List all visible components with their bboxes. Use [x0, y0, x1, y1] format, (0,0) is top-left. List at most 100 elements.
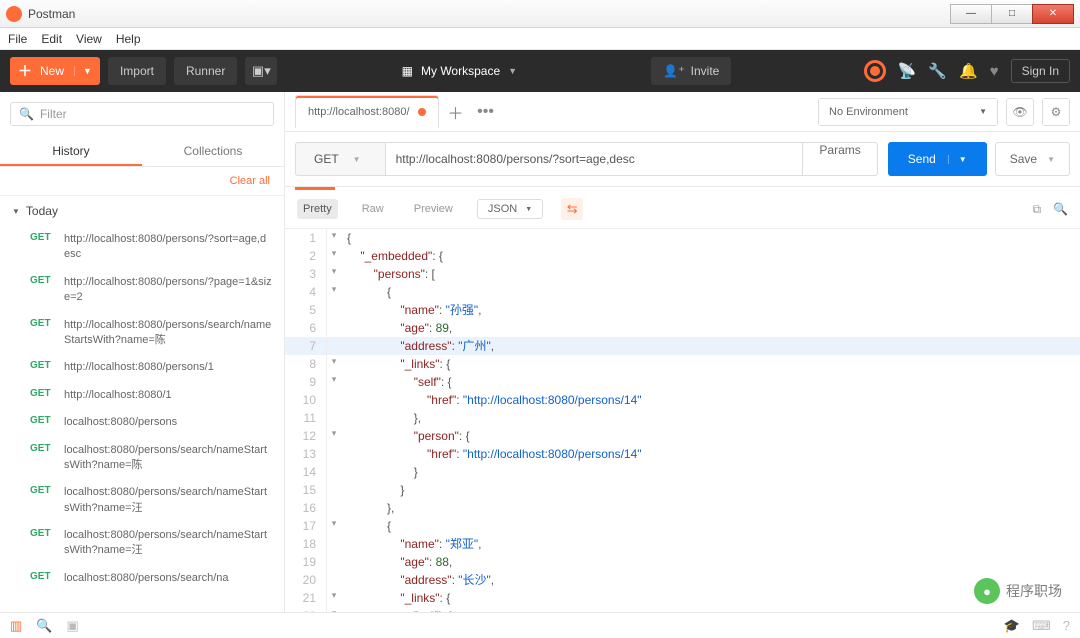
- code-line[interactable]: 7 "address": "广州",: [285, 337, 1080, 355]
- menu-help[interactable]: Help: [116, 32, 141, 46]
- satellite-icon[interactable]: 📡: [898, 62, 917, 80]
- fold-icon[interactable]: ▾: [327, 589, 341, 607]
- code-line[interactable]: 16 },: [285, 499, 1080, 517]
- invite-button[interactable]: 👤⁺ Invite: [651, 57, 731, 85]
- fold-icon[interactable]: ▾: [327, 607, 341, 612]
- new-caret-icon[interactable]: ▼: [74, 66, 100, 76]
- environment-quicklook-button[interactable]: 👁: [1006, 98, 1034, 126]
- tab-history[interactable]: History: [0, 136, 142, 166]
- method-select[interactable]: GET ▼: [295, 142, 386, 176]
- heart-icon[interactable]: ♥: [990, 63, 999, 80]
- history-item[interactable]: GETlocalhost:8080/persons/search/na: [0, 565, 284, 592]
- history-item[interactable]: GETlocalhost:8080/persons: [0, 409, 284, 436]
- history-item[interactable]: GEThttp://localhost:8080/persons/search/…: [0, 312, 284, 355]
- fold-icon[interactable]: [327, 481, 341, 499]
- history-item[interactable]: GETlocalhost:8080/persons/search/nameSta…: [0, 479, 284, 522]
- code-line[interactable]: 22▾ "self": {: [285, 607, 1080, 612]
- fold-icon[interactable]: [327, 301, 341, 319]
- code-line[interactable]: 15 }: [285, 481, 1080, 499]
- chevron-down-icon[interactable]: ▼: [1047, 155, 1055, 164]
- sidebar-toggle-icon[interactable]: ▥: [10, 618, 22, 634]
- new-window-button[interactable]: ▣▾: [245, 57, 277, 85]
- code-line[interactable]: 14 }: [285, 463, 1080, 481]
- fold-icon[interactable]: ▾: [327, 355, 341, 373]
- resp-tab-raw[interactable]: Raw: [356, 199, 390, 219]
- chevron-down-icon[interactable]: ▼: [948, 155, 967, 164]
- menu-edit[interactable]: Edit: [41, 32, 62, 46]
- sync-off-icon[interactable]: [864, 60, 886, 82]
- fold-icon[interactable]: [327, 499, 341, 517]
- keyboard-icon[interactable]: ⌨: [1032, 618, 1051, 634]
- history-item[interactable]: GEThttp://localhost:8080/persons/1: [0, 354, 284, 381]
- fold-icon[interactable]: [327, 445, 341, 463]
- window-minimize[interactable]: ―: [950, 4, 992, 24]
- history-item[interactable]: GETlocalhost:8080/persons/search/nameSta…: [0, 522, 284, 565]
- filter-input[interactable]: 🔍 Filter: [10, 102, 274, 126]
- fold-icon[interactable]: [327, 337, 341, 355]
- code-line[interactable]: 17▾ {: [285, 517, 1080, 535]
- wrench-icon[interactable]: 🔧: [928, 62, 947, 80]
- fold-icon[interactable]: [327, 319, 341, 337]
- menu-view[interactable]: View: [76, 32, 102, 46]
- send-button[interactable]: Send ▼: [888, 142, 987, 176]
- fold-icon[interactable]: [327, 571, 341, 589]
- menu-file[interactable]: File: [8, 32, 27, 46]
- code-line[interactable]: 10 "href": "http://localhost:8080/person…: [285, 391, 1080, 409]
- fold-icon[interactable]: ▾: [327, 283, 341, 301]
- history-item[interactable]: GEThttp://localhost:8080/persons/?page=1…: [0, 269, 284, 312]
- code-line[interactable]: 19 "age": 88,: [285, 553, 1080, 571]
- code-line[interactable]: 20 "address": "长沙",: [285, 571, 1080, 589]
- bootcamp-icon[interactable]: 🎓: [1004, 618, 1020, 634]
- format-select[interactable]: JSON ▼: [477, 199, 543, 219]
- code-line[interactable]: 1▾{: [285, 229, 1080, 247]
- history-item[interactable]: GEThttp://localhost:8080/1: [0, 382, 284, 409]
- tab-collections[interactable]: Collections: [142, 136, 284, 166]
- fold-icon[interactable]: [327, 553, 341, 571]
- resp-tab-preview[interactable]: Preview: [408, 199, 459, 219]
- history-item[interactable]: GETlocalhost:8080/persons/search/nameSta…: [0, 437, 284, 480]
- code-line[interactable]: 6 "age": 89,: [285, 319, 1080, 337]
- add-tab-button[interactable]: ＋: [443, 99, 469, 125]
- code-line[interactable]: 13 "href": "http://localhost:8080/person…: [285, 445, 1080, 463]
- signin-button[interactable]: Sign In: [1011, 59, 1070, 83]
- request-tab-active[interactable]: http://localhost:8080/: [295, 95, 439, 128]
- code-line[interactable]: 9▾ "self": {: [285, 373, 1080, 391]
- history-group-today[interactable]: ▼ Today: [0, 196, 284, 226]
- console-icon[interactable]: ▣: [66, 618, 78, 634]
- history-item[interactable]: GEThttp://localhost:8080/persons/?sort=a…: [0, 226, 284, 269]
- runner-button[interactable]: Runner: [174, 57, 237, 85]
- import-button[interactable]: Import: [108, 57, 166, 85]
- save-button[interactable]: Save ▼: [995, 142, 1070, 176]
- code-line[interactable]: 21▾ "_links": {: [285, 589, 1080, 607]
- window-maximize[interactable]: □: [991, 4, 1033, 24]
- params-button[interactable]: Params: [803, 142, 877, 176]
- fold-icon[interactable]: [327, 463, 341, 481]
- find-icon[interactable]: 🔍: [36, 618, 52, 634]
- fold-icon[interactable]: ▾: [327, 373, 341, 391]
- code-line[interactable]: 4▾ {: [285, 283, 1080, 301]
- code-line[interactable]: 8▾ "_links": {: [285, 355, 1080, 373]
- clear-all-link[interactable]: Clear all: [0, 167, 284, 196]
- resp-tab-pretty[interactable]: Pretty: [297, 199, 338, 219]
- fold-icon[interactable]: [327, 391, 341, 409]
- fold-icon[interactable]: ▾: [327, 265, 341, 283]
- code-line[interactable]: 2▾ "_embedded": {: [285, 247, 1080, 265]
- url-input[interactable]: [386, 142, 804, 176]
- search-response-icon[interactable]: 🔍: [1053, 202, 1068, 217]
- fold-icon[interactable]: [327, 409, 341, 427]
- wrap-lines-icon[interactable]: ⇆: [561, 198, 583, 220]
- fold-icon[interactable]: ▾: [327, 427, 341, 445]
- copy-icon[interactable]: ⧉: [1032, 202, 1041, 217]
- workspace-selector[interactable]: ▦ My Workspace ▼: [402, 64, 517, 78]
- help-icon[interactable]: ?: [1063, 618, 1070, 634]
- code-line[interactable]: 11 },: [285, 409, 1080, 427]
- more-tabs-button[interactable]: •••: [473, 99, 499, 125]
- environment-select[interactable]: No Environment ▼: [818, 98, 998, 126]
- new-button[interactable]: ＋ New ▼: [10, 57, 100, 85]
- code-line[interactable]: 18 "name": "郑亚",: [285, 535, 1080, 553]
- settings-gear-icon[interactable]: ⚙: [1042, 98, 1070, 126]
- code-line[interactable]: 5 "name": "孙强",: [285, 301, 1080, 319]
- fold-icon[interactable]: ▾: [327, 517, 341, 535]
- bell-icon[interactable]: 🔔: [959, 62, 978, 80]
- fold-icon[interactable]: ▾: [327, 247, 341, 265]
